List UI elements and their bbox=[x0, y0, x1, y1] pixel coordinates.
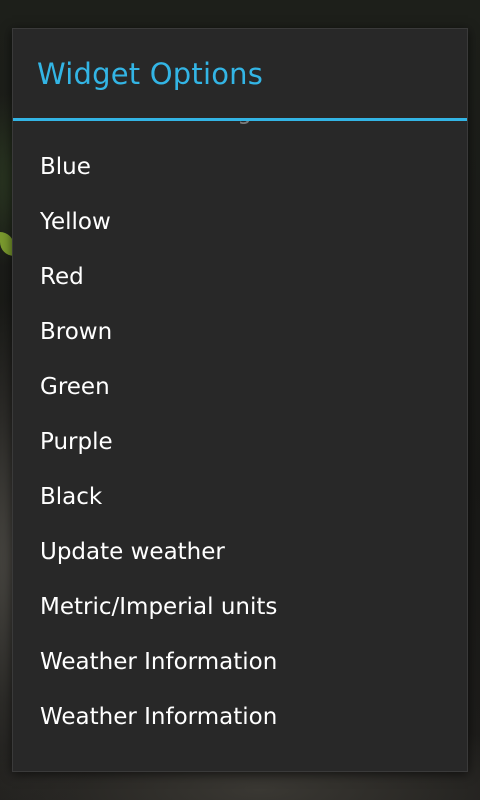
option-metric-imperial-units[interactable]: Metric/Imperial units bbox=[13, 579, 467, 634]
options-list[interactable]: Time Zone Settings Blue Yellow Red Brown… bbox=[13, 121, 467, 770]
option-purple[interactable]: Purple bbox=[13, 414, 467, 469]
dialog-title: Widget Options bbox=[37, 56, 264, 91]
option-red[interactable]: Red bbox=[13, 249, 467, 304]
option-weather-information[interactable]: Weather Information bbox=[13, 634, 467, 689]
option-blue[interactable]: Blue bbox=[13, 139, 467, 194]
option-weather-information-2[interactable]: Weather Information bbox=[13, 689, 467, 744]
option-brown[interactable]: Brown bbox=[13, 304, 467, 359]
dialog-header: Widget Options bbox=[13, 29, 467, 121]
options-list-content: Time Zone Settings Blue Yellow Red Brown… bbox=[13, 121, 467, 744]
option-green[interactable]: Green bbox=[13, 359, 467, 414]
option-black[interactable]: Black bbox=[13, 469, 467, 524]
option-yellow[interactable]: Yellow bbox=[13, 194, 467, 249]
option-update-weather[interactable]: Update weather bbox=[13, 524, 467, 579]
option-time-zone-settings[interactable]: Time Zone Settings bbox=[13, 121, 467, 139]
widget-options-dialog: Widget Options Time Zone Settings Blue Y… bbox=[12, 28, 468, 772]
